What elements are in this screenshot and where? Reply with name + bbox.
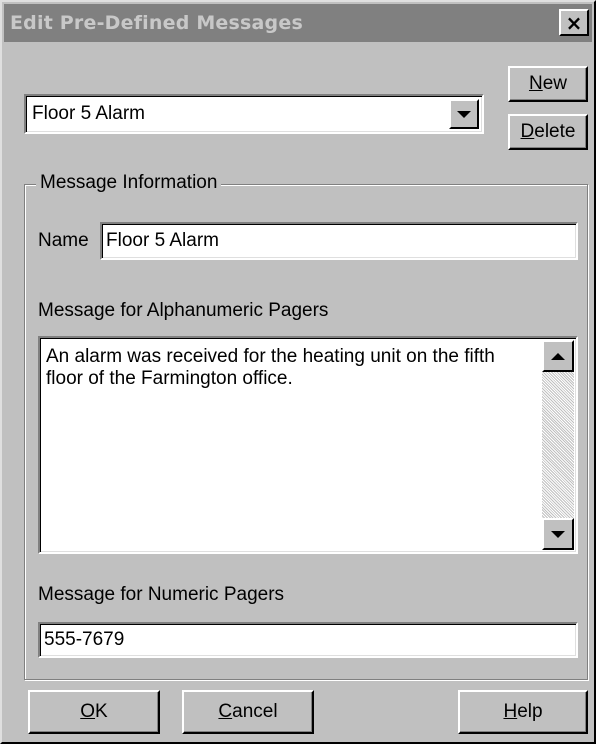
numeric-message-label: Message for Numeric Pagers	[38, 584, 285, 605]
alphanumeric-message-label: Message for Alphanumeric Pagers	[38, 300, 329, 321]
alphanumeric-message-value: An alarm was received for the heating un…	[46, 346, 495, 389]
new-button[interactable]: New	[508, 66, 588, 102]
delete-button-mnemonic: D	[520, 121, 535, 142]
message-select-value: Floor 5 Alarm	[32, 103, 145, 124]
chevron-down-icon	[457, 110, 471, 118]
vertical-scrollbar[interactable]	[542, 340, 574, 550]
scroll-up-button[interactable]	[542, 340, 574, 372]
help-button-mnemonic: H	[503, 701, 518, 722]
dropdown-button[interactable]	[449, 99, 479, 129]
alphanumeric-message-textarea[interactable]: An alarm was received for the heating un…	[38, 336, 578, 554]
numeric-message-value: 555-7679	[44, 629, 125, 650]
new-button-mnemonic: N	[528, 73, 543, 94]
window-title: Edit Pre-Defined Messages	[10, 12, 303, 34]
scroll-down-icon	[551, 530, 565, 538]
cancel-button-label: ancel	[232, 701, 278, 722]
cancel-button[interactable]: Cancel	[182, 690, 314, 734]
delete-button[interactable]: Delete	[508, 114, 588, 150]
ok-button[interactable]: OK	[28, 690, 160, 734]
numeric-message-field[interactable]: 555-7679	[38, 622, 578, 658]
ok-button-mnemonic: O	[80, 701, 96, 722]
help-button[interactable]: Help	[458, 690, 588, 734]
delete-button-label: elete	[534, 121, 576, 142]
ok-button-label: K	[95, 701, 108, 722]
scroll-down-button[interactable]	[542, 518, 574, 550]
scroll-up-icon	[551, 352, 565, 360]
close-icon: ×	[565, 10, 583, 35]
group-title: Message Information	[36, 172, 222, 194]
name-value: Floor 5 Alarm	[106, 230, 219, 251]
name-label: Name	[38, 230, 89, 251]
new-button-label: ew	[542, 73, 568, 94]
edit-messages-dialog: Edit Pre-Defined Messages × Floor 5 Alar…	[0, 0, 596, 744]
title-bar[interactable]: Edit Pre-Defined Messages ×	[4, 4, 592, 42]
cancel-button-mnemonic: C	[218, 701, 233, 722]
message-select[interactable]: Floor 5 Alarm	[24, 94, 484, 134]
help-button-label: elp	[517, 701, 543, 722]
name-field[interactable]: Floor 5 Alarm	[100, 222, 578, 260]
close-button[interactable]: ×	[559, 9, 589, 36]
